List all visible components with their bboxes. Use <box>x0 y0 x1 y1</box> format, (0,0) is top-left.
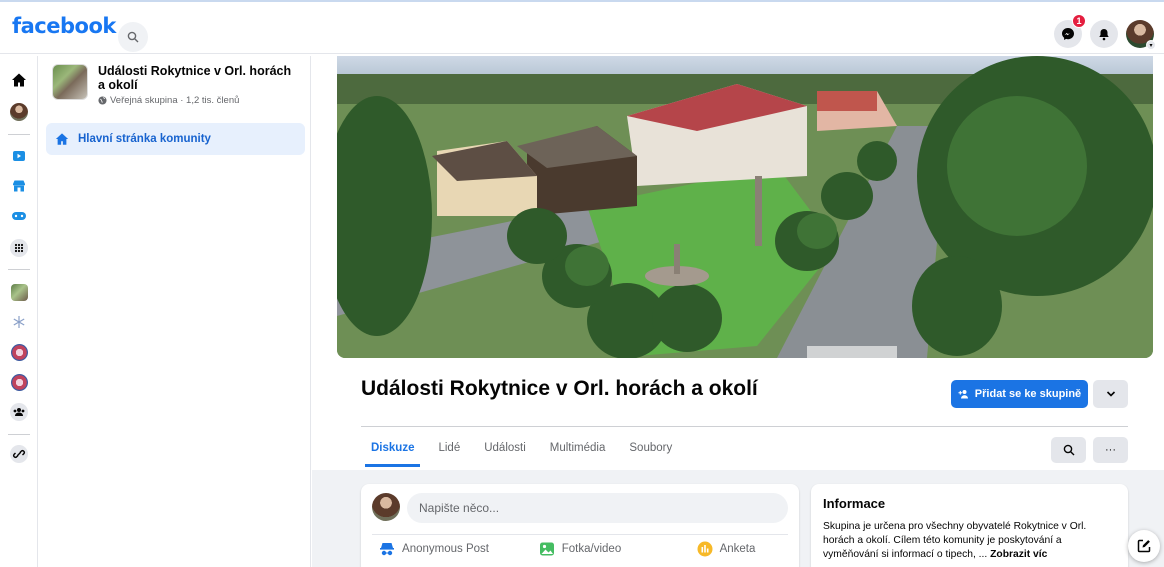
menu-shortcut[interactable] <box>9 238 29 258</box>
link-icon <box>10 445 28 463</box>
marketplace-shortcut[interactable] <box>9 176 29 196</box>
group-thumbnail-icon <box>10 283 28 301</box>
top-bar: facebook 1 ▾ <box>0 0 1164 54</box>
composer-action-label: Anonymous Post <box>402 543 489 555</box>
messenger-icon <box>1062 28 1074 40</box>
tab-people[interactable]: Lidé <box>438 434 460 467</box>
snowflake-icon <box>13 316 25 328</box>
profile-avatar[interactable]: ▾ <box>1126 20 1156 50</box>
gaming-shortcut[interactable] <box>9 206 29 226</box>
home-icon <box>12 73 26 87</box>
avatar <box>10 103 28 121</box>
tab-discussion[interactable]: Diskuze <box>364 434 422 467</box>
group-name[interactable]: Události Rokytnice v Orl. horách a okolí <box>98 64 298 92</box>
left-rail <box>0 56 38 567</box>
photo-video-button[interactable]: Fotka/video <box>507 541 653 557</box>
tab-media[interactable]: Multimédia <box>550 434 606 467</box>
group-thumbnail-icon <box>10 373 28 391</box>
composer-action-label: Fotka/video <box>561 543 622 555</box>
search-icon <box>127 31 139 43</box>
about-card: Informace Skupina je určena pro všechny … <box>811 484 1128 567</box>
cover-photo[interactable] <box>337 56 1153 358</box>
home-shortcut[interactable] <box>9 70 29 90</box>
add-people-icon <box>958 390 968 399</box>
search-button[interactable] <box>118 22 148 52</box>
group-title: Události Rokytnice v Orl. horách a okolí <box>361 377 758 400</box>
rail-divider <box>8 269 30 270</box>
tab-files[interactable]: Soubory <box>629 434 672 467</box>
post-input[interactable]: Napište něco... <box>407 493 788 523</box>
composer-divider <box>372 534 788 535</box>
links-shortcut[interactable] <box>9 444 29 464</box>
anonymous-icon <box>380 543 395 556</box>
group-meta: Veřejná skupina · 1,2 tis. členů <box>98 95 298 106</box>
globe-icon <box>98 96 107 105</box>
tab-events[interactable]: Události <box>484 434 526 467</box>
group-tabs: Diskuze Lidé Události Multimédia Soubory <box>364 434 696 467</box>
rail-divider <box>8 134 30 135</box>
chevron-down-icon: ▾ <box>1146 40 1156 50</box>
about-text: Skupina je určena pro všechny obyvatelé … <box>823 520 1116 562</box>
group-thumbnail-icon <box>10 343 28 361</box>
cover-photo-image <box>337 56 1153 358</box>
post-composer: Napište něco... Anonymous Post Fotka/vid… <box>361 484 799 567</box>
tabs-divider <box>361 426 1128 427</box>
about-title: Informace <box>823 496 886 511</box>
poll-icon <box>697 541 713 557</box>
rail-divider <box>8 434 30 435</box>
chevron-down-icon <box>1106 391 1115 397</box>
see-more-link[interactable]: Zobrazit víc <box>990 549 1047 560</box>
group-search-button[interactable] <box>1051 437 1086 463</box>
grid-icon <box>10 239 28 257</box>
new-message-button[interactable] <box>1128 530 1160 562</box>
bell-icon <box>1099 28 1109 40</box>
notification-badge: 1 <box>1072 14 1086 28</box>
profile-shortcut[interactable] <box>9 102 29 122</box>
join-group-button[interactable]: Přidat se ke skupině <box>951 380 1088 408</box>
more-options-button[interactable]: ··· <box>1093 437 1128 463</box>
join-group-label: Přidat se ke skupině <box>974 388 1082 400</box>
notifications-button[interactable] <box>1090 20 1118 48</box>
store-icon <box>13 180 25 192</box>
gamepad-icon <box>12 212 26 220</box>
sidebar-item-community-home[interactable]: Hlavní stránka komunity <box>46 123 305 155</box>
sidebar-item-label: Hlavní stránka komunity <box>78 133 211 145</box>
group-shortcut[interactable] <box>9 312 29 332</box>
groups-shortcut[interactable] <box>9 402 29 422</box>
group-options-button[interactable] <box>1093 380 1128 408</box>
messenger-button[interactable]: 1 <box>1054 14 1086 48</box>
composer-action-label: Anketa <box>719 543 756 555</box>
watch-shortcut[interactable] <box>9 146 29 166</box>
group-shortcut[interactable] <box>9 372 29 392</box>
group-header[interactable]: Události Rokytnice v Orl. horách a okolí… <box>52 64 298 106</box>
video-icon <box>13 151 25 161</box>
ellipsis-icon: ··· <box>1105 444 1116 456</box>
compose-icon <box>1137 539 1151 553</box>
group-sidebar: Události Rokytnice v Orl. horách a okolí… <box>38 56 311 567</box>
avatar[interactable] <box>372 493 400 521</box>
poll-button[interactable]: Anketa <box>653 541 799 557</box>
people-icon <box>10 403 28 421</box>
photo-icon <box>539 542 554 556</box>
home-icon <box>55 133 69 145</box>
group-shortcut[interactable] <box>9 342 29 362</box>
group-thumbnail <box>52 64 88 100</box>
group-meta-text: Veřejná skupina · 1,2 tis. členů <box>110 95 240 106</box>
facebook-logo[interactable]: facebook <box>12 14 116 38</box>
top-right-controls: 1 ▾ <box>1054 14 1156 50</box>
search-icon <box>1063 444 1074 456</box>
group-shortcut[interactable] <box>9 282 29 302</box>
main-content: Události Rokytnice v Orl. horách a okolí… <box>312 56 1164 567</box>
anonymous-post-button[interactable]: Anonymous Post <box>361 541 507 557</box>
composer-actions: Anonymous Post Fotka/video Anketa <box>361 541 799 557</box>
